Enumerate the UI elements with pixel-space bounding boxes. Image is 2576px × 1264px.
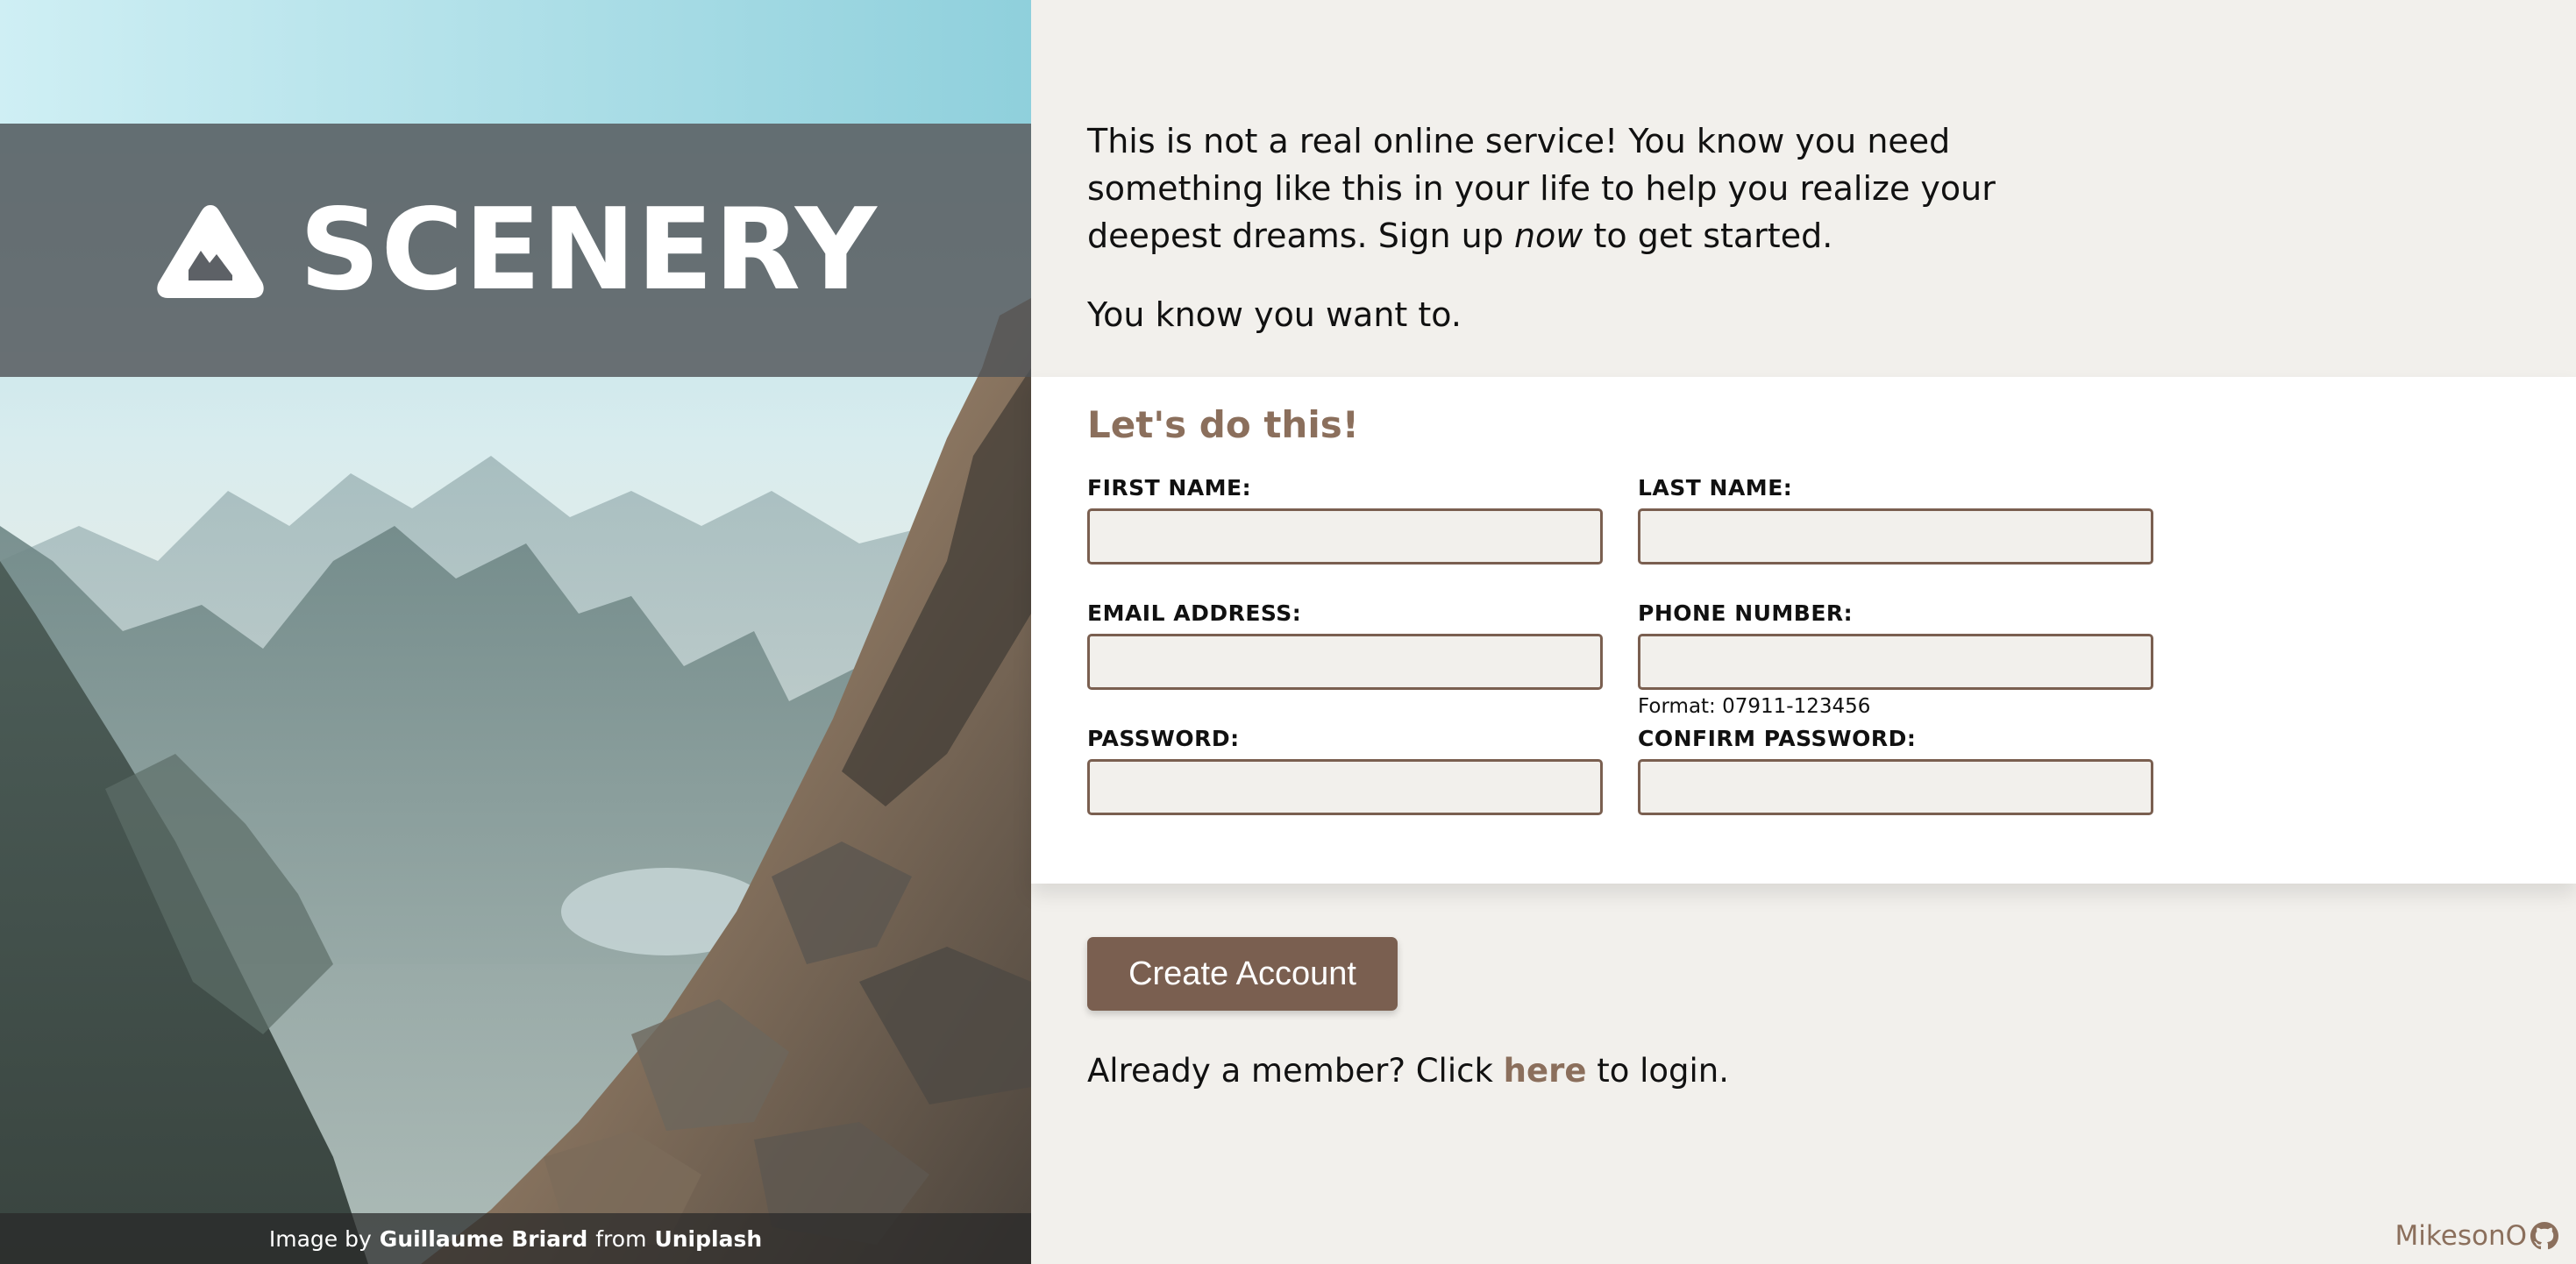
github-icon: [2530, 1222, 2558, 1250]
login-link[interactable]: here: [1504, 1052, 1587, 1090]
intro-emphasis: now: [1513, 217, 1583, 255]
brand-name: SCENERY: [299, 184, 878, 316]
email-input[interactable]: [1087, 634, 1603, 690]
phone-label: PHONE NUMBER:: [1638, 600, 1854, 626]
signup-panel: This is not a real online service! You k…: [1031, 0, 2576, 1264]
credit-prefix: Image by: [268, 1225, 372, 1252]
create-account-button[interactable]: Create Account: [1087, 937, 1398, 1011]
image-credit: Image by Guillaume Briard from Uniplash: [0, 1213, 1031, 1264]
intro-paragraph-1: This is not a real online service! You k…: [1087, 117, 2104, 259]
credit-middle: from: [595, 1225, 647, 1252]
last-name-label: LAST NAME:: [1638, 475, 1793, 501]
intro-text: This is not a real online service! You k…: [1087, 117, 2104, 370]
login-prompt: Already a member? Click here to login.: [1087, 1052, 1729, 1090]
first-name-input[interactable]: [1087, 508, 1603, 565]
login-prompt-before: Already a member? Click: [1087, 1052, 1493, 1090]
phone-input[interactable]: [1638, 634, 2153, 690]
intro-text-end: to get started.: [1593, 217, 1833, 255]
footer-author: MikesonO: [2395, 1220, 2527, 1252]
mountain-logo-icon: [157, 204, 265, 298]
first-name-label: FIRST NAME:: [1087, 475, 1252, 501]
form-title: Let's do this!: [1087, 403, 1359, 446]
confirm-password-input[interactable]: [1638, 759, 2153, 815]
credit-author: Guillaume Briard: [379, 1225, 588, 1252]
email-label: EMAIL ADDRESS:: [1087, 600, 1302, 626]
password-input[interactable]: [1087, 759, 1603, 815]
password-label: PASSWORD:: [1087, 726, 1240, 751]
last-name-input[interactable]: [1638, 508, 2153, 565]
hero-panel: SCENERY Image by Guillaume Briard from U…: [0, 0, 1031, 1264]
phone-format-hint: Format: 07911-123456: [1638, 695, 1871, 718]
brand-banner: SCENERY: [0, 124, 1031, 377]
phone-field: PHONE NUMBER: Format: 07911-123456: [1638, 600, 2153, 718]
author-github-link[interactable]: MikesonO: [2395, 1220, 2558, 1252]
password-field: PASSWORD:: [1087, 726, 1603, 815]
first-name-field: FIRST NAME:: [1087, 475, 1603, 565]
email-field: EMAIL ADDRESS:: [1087, 600, 1603, 690]
last-name-field: LAST NAME:: [1638, 475, 2153, 565]
login-prompt-after: to login.: [1597, 1052, 1730, 1090]
confirm-password-label: CONFIRM PASSWORD:: [1638, 726, 1917, 751]
credit-source: Uniplash: [654, 1225, 763, 1252]
signup-form: Let's do this! FIRST NAME: LAST NAME: EM…: [1031, 377, 2576, 884]
intro-paragraph-2: You know you want to.: [1087, 295, 1462, 334]
confirm-password-field: CONFIRM PASSWORD:: [1638, 726, 2153, 815]
